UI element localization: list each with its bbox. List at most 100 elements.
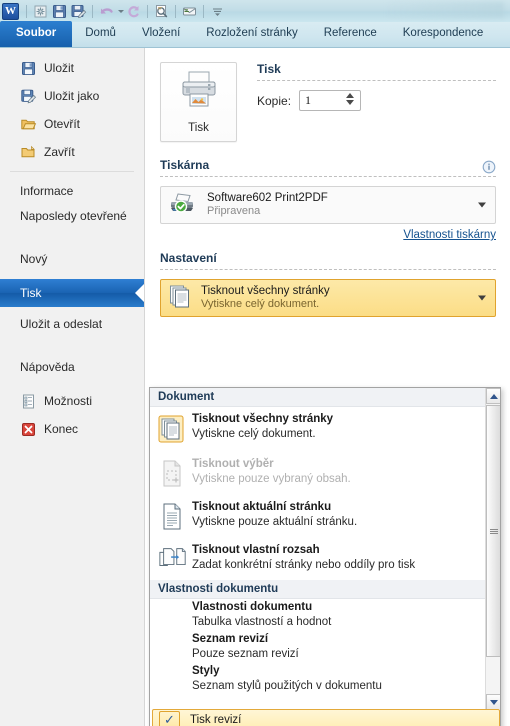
customize-qat-icon[interactable]: [209, 3, 226, 20]
save-icon[interactable]: [51, 3, 68, 20]
print-range-text: Tisknout všechny stránky Vytiskne celý d…: [201, 285, 330, 312]
dropdown-item-title: Tisknout aktuální stránku: [192, 501, 332, 513]
scroll-up-button[interactable]: [486, 388, 500, 404]
open-folder-icon: [20, 116, 37, 133]
tab-vlozeni[interactable]: Vložení: [129, 21, 193, 47]
save-as-icon[interactable]: [70, 3, 87, 20]
tab-domu[interactable]: Domů: [72, 21, 129, 47]
dropdown-item-desc: Vytiskne celý dokument.: [192, 428, 316, 440]
print-range-select[interactable]: Tisknout všechny stránky Vytiskne celý d…: [160, 279, 496, 317]
dropdown-item-text: Vlastnosti dokumentu Tabulka vlastností …: [192, 600, 331, 630]
window-title-blurred: [384, 2, 504, 18]
chevron-down-icon[interactable]: [346, 100, 355, 105]
dropdown-item-desc: Pouze seznam revizí: [192, 648, 299, 660]
dropdown-item-revision-list[interactable]: Seznam revizí Pouze seznam revizí: [150, 631, 487, 663]
sidebar-item-ulozit[interactable]: Uložit: [0, 54, 144, 82]
printer-icon: [169, 191, 199, 220]
sidebar-item-napoveda[interactable]: Nápověda: [0, 353, 144, 381]
qat-divider-2: [92, 4, 93, 18]
sidebar-item-label: Informace: [20, 184, 74, 198]
sidebar-item-konec[interactable]: Konec: [0, 415, 144, 443]
dropdown-group-header: Dokument: [150, 388, 487, 407]
print-range-dropdown: Dokument Tisknout všechny stránky Vytisk…: [149, 387, 501, 726]
print-button-label: Tisk: [188, 122, 209, 134]
scroll-down-button[interactable]: [486, 694, 500, 710]
info-icon[interactable]: [482, 160, 496, 174]
print-preview-icon[interactable]: [153, 3, 170, 20]
printer-text: Software602 Print2PDF Připravena: [207, 192, 328, 219]
scrollbar-thumb[interactable]: [486, 405, 500, 657]
title-bar: W: [0, 0, 510, 22]
chevron-down-icon[interactable]: [478, 295, 486, 301]
dropdown-item-custom-range[interactable]: Tisknout vlastní rozsah Zadat konkrétní …: [150, 538, 487, 578]
sidebar-item-novy[interactable]: Nový: [0, 245, 144, 273]
dropdown-item-all-pages[interactable]: Tisknout všechny stránky Vytiskne celý d…: [150, 407, 487, 452]
dropdown-item-current-page[interactable]: Tisknout aktuální stránku Vytiskne pouze…: [150, 495, 487, 538]
selection-arrow-icon: [135, 284, 144, 302]
backstage-view: Uložit Uložit jako Otevřít Zavřít Inform…: [0, 48, 510, 726]
printer-select[interactable]: Software602 Print2PDF Připravena: [160, 186, 496, 224]
chevron-down-icon[interactable]: [478, 202, 486, 208]
sidebar-item-label: Uložit: [44, 61, 75, 75]
copies-input[interactable]: [305, 93, 346, 108]
dropdown-item-text: Seznam revizí Pouze seznam revizí: [192, 632, 299, 662]
undo-dropdown-icon[interactable]: [118, 9, 124, 13]
exit-icon: [20, 421, 37, 438]
save-as-icon: [20, 88, 37, 105]
print-button[interactable]: Tisk: [160, 62, 237, 142]
print-range-desc: Vytiskne celý dokument.: [201, 298, 320, 311]
email-icon[interactable]: [181, 3, 198, 20]
print-section-divider: [257, 80, 496, 81]
printer-section-divider: [160, 176, 496, 177]
tab-rozlozeni-stranky[interactable]: Rozložení stránky: [193, 21, 310, 47]
word-app-button[interactable]: W: [2, 2, 19, 20]
tab-korespondence[interactable]: Korespondence: [390, 21, 497, 47]
sidebar-item-moznosti[interactable]: Možnosti: [0, 387, 144, 415]
backstage-sidebar: Uložit Uložit jako Otevřít Zavřít Inform…: [0, 48, 145, 726]
sidebar-item-naposledy-otevrene[interactable]: Naposledy otevřené: [0, 205, 144, 245]
printer-properties-link[interactable]: Vlastnosti tiskárny: [160, 229, 496, 241]
sidebar-item-tisk[interactable]: Tisk: [0, 279, 144, 307]
copies-stepper[interactable]: [299, 90, 362, 111]
dropdown-item-desc: Tabulka vlastností a hodnot: [192, 616, 332, 628]
dropdown-scrollbar[interactable]: [485, 388, 500, 710]
stepper-arrows[interactable]: [346, 93, 355, 105]
sidebar-item-label: Konec: [44, 422, 79, 436]
tab-reference[interactable]: Reference: [311, 21, 390, 47]
ribbon-tab-bar: Soubor Domů Vložení Rozložení stránky Re…: [0, 21, 510, 48]
all-pages-icon: [169, 283, 193, 314]
sidebar-item-informace[interactable]: Informace: [0, 177, 144, 205]
settings-section: Nastavení Tisknout všechny stránky Vytis…: [160, 251, 496, 317]
sidebar-item-zavrit[interactable]: Zavřít: [0, 138, 144, 166]
close-folder-icon: [20, 144, 37, 161]
dropdown-option-print-revisions[interactable]: ✓ Tisk revizí: [152, 709, 500, 726]
copies-label: Kopie:: [257, 93, 292, 108]
chevron-up-icon[interactable]: [346, 93, 355, 98]
sidebar-item-label: Uložit jako: [44, 89, 100, 103]
dropdown-item-title: Tisknout výběr: [192, 458, 274, 470]
dropdown-item-document-properties[interactable]: Vlastnosti dokumentu Tabulka vlastností …: [150, 599, 487, 631]
selection-icon: [158, 457, 188, 490]
sidebar-item-ulozit-jako[interactable]: Uložit jako: [0, 82, 144, 110]
dropdown-item-text: Styly Seznam stylů použitých v dokumentu: [192, 664, 382, 694]
sidebar-item-otevrit[interactable]: Otevřít: [0, 110, 144, 138]
custom-range-icon: [158, 543, 188, 572]
sidebar-item-label: Naposledy otevřené: [20, 209, 127, 223]
printer-name: Software602 Print2PDF: [207, 191, 328, 204]
printer-big-icon: [178, 70, 220, 115]
dropdown-item-title: Vlastnosti dokumentu: [192, 601, 313, 613]
printer-section-head: Tiskárna: [160, 158, 496, 176]
sidebar-item-ulozit-a-odeslat[interactable]: Uložit a odeslat: [0, 313, 144, 353]
tab-revize-partial[interactable]: R: [496, 21, 510, 47]
undo-icon[interactable]: [98, 3, 115, 20]
dropdown-item-desc: Vytiskne pouze vybraný obsah.: [192, 473, 351, 485]
tab-soubor[interactable]: Soubor: [0, 21, 73, 47]
new-icon[interactable]: [32, 3, 49, 20]
print-top-row: Tisk Tisk Kopie:: [160, 62, 496, 142]
dropdown-item-styles[interactable]: Styly Seznam stylů použitých v dokumentu: [150, 663, 487, 695]
redo-icon[interactable]: [125, 3, 142, 20]
sidebar-item-label: Nápověda: [20, 360, 75, 374]
dropdown-item-desc: Vytiskne pouze aktuální stránku.: [192, 516, 358, 528]
sidebar-item-label: Zavřít: [44, 145, 75, 159]
copies-row: Kopie:: [257, 90, 496, 111]
